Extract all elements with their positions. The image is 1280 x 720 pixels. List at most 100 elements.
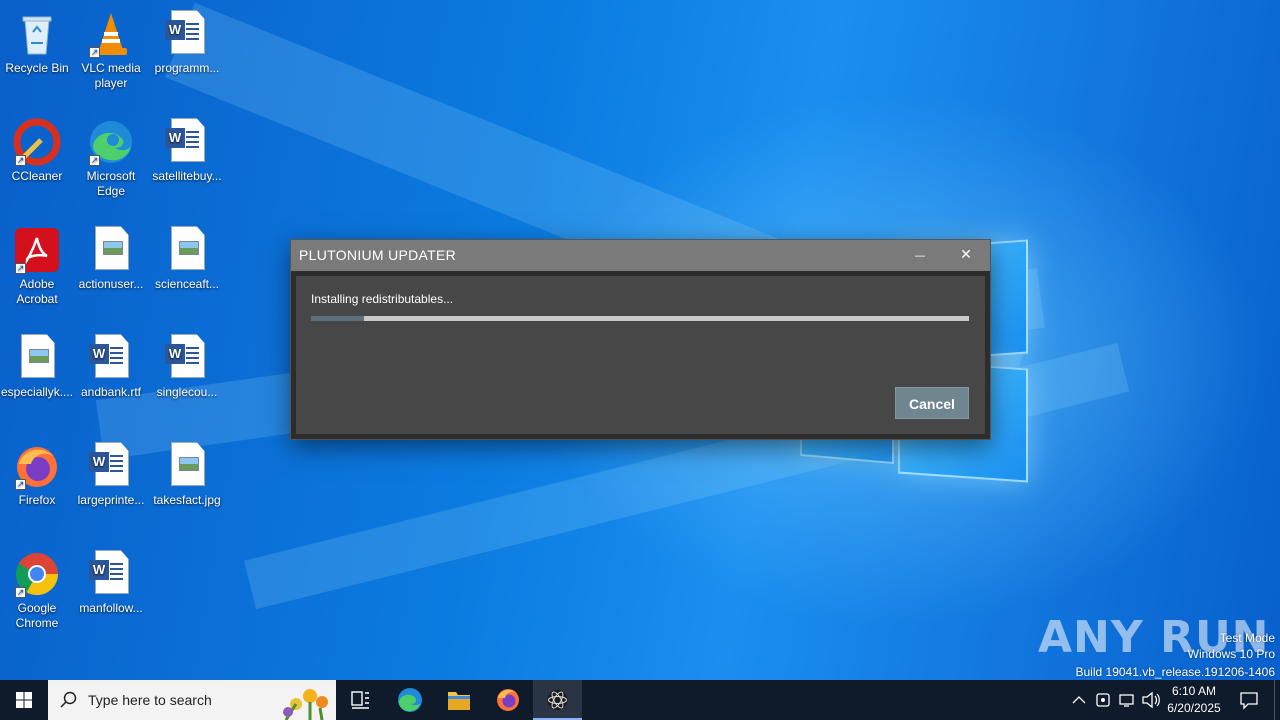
icon-label: programm... [154, 61, 220, 75]
andbank-file-icon[interactable]: W andbank.rtf [74, 330, 148, 400]
task-view-button[interactable] [336, 680, 384, 720]
largeprinte-file-icon[interactable]: W largeprinte... [74, 438, 148, 508]
icon-label: singlecou... [156, 385, 218, 399]
chrome-glyph-icon: ↗ [13, 550, 61, 598]
plutonium-atom-icon [533, 690, 582, 720]
task-view-icon [351, 691, 369, 709]
manfollow-file-icon[interactable]: W manfollow... [74, 546, 148, 616]
ccleaner-icon[interactable]: ↗ CCleaner [0, 114, 74, 184]
icon-label: Adobe Acrobat [16, 277, 58, 306]
adobe-acrobat-icon[interactable]: ↗ Adobe Acrobat [0, 222, 74, 307]
firefox-icon [497, 689, 519, 711]
taskbar-plutonium-button[interactable] [533, 680, 582, 720]
dialog-body: Installing redistributables... Cancel [296, 276, 985, 434]
taskbar-file-explorer-button[interactable] [435, 680, 483, 720]
google-chrome-icon[interactable]: ↗ Google Chrome [0, 546, 74, 631]
action-center-button[interactable] [1236, 680, 1262, 720]
edge-icon [398, 688, 422, 712]
shortcut-arrow-icon: ↗ [89, 155, 100, 166]
word-document-icon: W [87, 550, 135, 598]
scienceaft-file-icon[interactable]: scienceaft... [150, 222, 224, 292]
close-button[interactable]: ✕ [943, 240, 989, 271]
taskbar: Type here to search 6:10 AM 6/20/2025 [0, 680, 1280, 720]
word-document-icon: W [163, 10, 211, 58]
recycle-bin-icon[interactable]: Recycle Bin [0, 6, 74, 76]
ccleaner-glyph-icon: ↗ [13, 118, 61, 166]
network-button[interactable] [1116, 680, 1138, 720]
build-text: Build 19041.vb_release.191206-1406 [1075, 665, 1276, 679]
speaker-icon [1142, 691, 1160, 709]
progress-bar [311, 316, 969, 321]
windows-start-icon [16, 692, 32, 708]
icon-label: Microsoft Edge [86, 169, 136, 198]
word-document-icon: W [87, 442, 135, 490]
icon-label: actionuser... [78, 277, 144, 291]
search-placeholder: Type here to search [88, 692, 212, 708]
updater-dialog: PLUTONIUM UPDATER — ✕ Installing redistr… [291, 240, 990, 439]
windows-edition-text: Windows 10 Pro [1187, 647, 1275, 661]
cancel-button[interactable]: Cancel [895, 387, 969, 419]
icon-label: manfollow... [79, 601, 143, 615]
shortcut-arrow-icon: ↗ [89, 47, 100, 58]
word-document-icon: W [163, 118, 211, 166]
icon-label: Recycle Bin [5, 61, 69, 75]
shortcut-arrow-icon: ↗ [15, 263, 26, 274]
notification-icon [1240, 692, 1258, 710]
folder-icon [448, 692, 470, 710]
taskbar-edge-button[interactable] [386, 680, 434, 720]
image-file-icon [163, 226, 211, 274]
shortcut-arrow-icon: ↗ [15, 155, 26, 166]
taskbar-search-box[interactable]: Type here to search [48, 680, 336, 720]
word-document-icon: W [163, 334, 211, 382]
taskbar-firefox-button[interactable] [484, 680, 532, 720]
clock-time: 6:10 AM [1171, 684, 1217, 698]
icon-label: takesfact.jpg [153, 493, 221, 507]
icon-label: Google Chrome [15, 601, 59, 630]
dialog-titlebar[interactable]: PLUTONIUM UPDATER — ✕ [291, 240, 990, 271]
takesfact-file-icon[interactable]: takesfact.jpg [150, 438, 224, 508]
volume-button[interactable] [1140, 680, 1162, 720]
icon-label: satellitebuy... [152, 169, 222, 183]
network-icon [1119, 694, 1134, 707]
dialog-title: PLUTONIUM UPDATER [299, 247, 457, 263]
shortcut-arrow-icon: ↗ [15, 479, 26, 490]
progress-fill [311, 316, 364, 321]
search-icon [60, 691, 77, 708]
icon-label: CCleaner [11, 169, 63, 183]
image-file-icon [163, 442, 211, 490]
vlc-media-player-icon[interactable]: ↗ VLC media player [74, 6, 148, 91]
programm-file-icon[interactable]: W programm... [150, 6, 224, 76]
device-tray-icon [1096, 693, 1110, 707]
icon-label: especiallyk.... [1, 385, 74, 399]
recycle-bin-glyph-icon [13, 10, 61, 58]
word-document-icon: W [87, 334, 135, 382]
singlecou-file-icon[interactable]: W singlecou... [150, 330, 224, 400]
firefox-glyph-icon: ↗ [13, 442, 61, 490]
icon-label: andbank.rtf [80, 385, 142, 399]
minimize-button[interactable]: — [897, 240, 943, 271]
icon-label: Firefox [18, 493, 56, 507]
microsoft-edge-icon[interactable]: ↗ Microsoft Edge [74, 114, 148, 199]
vlc-cone-icon: ↗ [87, 10, 135, 58]
satellitebuy-file-icon[interactable]: W satellitebuy... [150, 114, 224, 184]
test-mode-text: Test Mode [1219, 631, 1275, 645]
edge-glyph-icon: ↗ [87, 118, 135, 166]
especiallyk-file-icon[interactable]: especiallyk.... [0, 330, 74, 400]
start-button[interactable] [0, 680, 48, 720]
tray-meet-now-button[interactable] [1092, 680, 1114, 720]
taskbar-clock[interactable]: 6:10 AM 6/20/2025 [1160, 683, 1228, 717]
icon-label: VLC media player [81, 61, 141, 90]
image-file-icon [87, 226, 135, 274]
shortcut-arrow-icon: ↗ [15, 587, 26, 598]
show-desktop-button[interactable] [1274, 680, 1280, 720]
icon-label: scienceaft... [154, 277, 220, 291]
clock-date: 6/20/2025 [1167, 701, 1221, 715]
chevron-up-icon [1072, 696, 1086, 704]
firefox-icon[interactable]: ↗ Firefox [0, 438, 74, 508]
actionuser-file-icon[interactable]: actionuser... [74, 222, 148, 292]
image-file-icon [13, 334, 61, 382]
search-highlight-flowers-icon [283, 689, 328, 720]
show-hidden-icons-button[interactable] [1068, 680, 1090, 720]
status-text: Installing redistributables... [311, 292, 454, 306]
icon-label: largeprinte... [77, 493, 145, 507]
